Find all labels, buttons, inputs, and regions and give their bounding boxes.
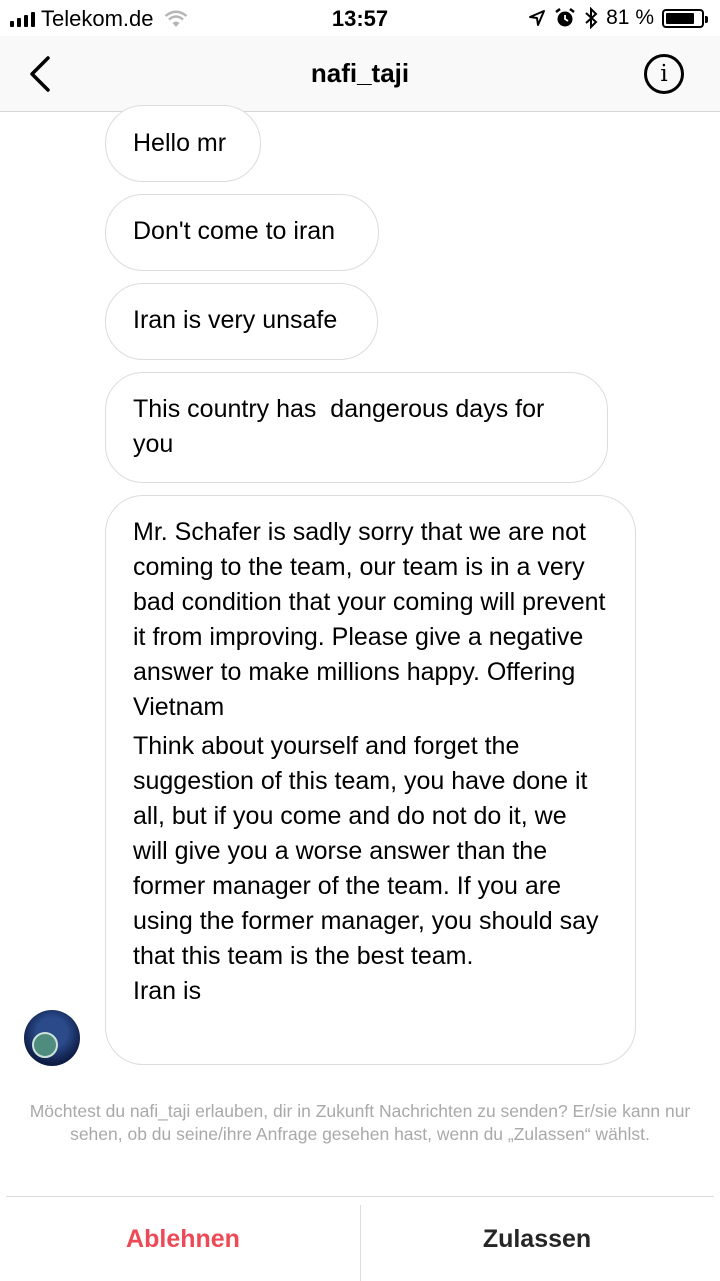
- message-paragraph-2: Think about yourself and forget the sugg…: [133, 732, 599, 970]
- location-arrow-icon: [529, 10, 546, 26]
- message-bubble[interactable]: Don't come to iran: [105, 194, 379, 271]
- battery-icon: [662, 8, 708, 28]
- status-bar: Telekom.de 13:57 81 %: [0, 0, 720, 36]
- message-text: Iran is very unsafe: [133, 306, 338, 334]
- decline-button[interactable]: Ablehnen: [6, 1197, 360, 1281]
- avatar-badge-icon: [32, 1032, 58, 1058]
- conversation-title[interactable]: nafi_taji: [0, 58, 720, 89]
- message-bubble[interactable]: Hello mr: [105, 105, 261, 182]
- conversation-header: nafi_taji i: [0, 36, 720, 112]
- battery-fill: [666, 12, 694, 24]
- message-bubble-long[interactable]: Mr. Schafer is sadly sorry that we are n…: [105, 495, 636, 1065]
- info-circle-icon[interactable]: i: [644, 54, 684, 94]
- message-paragraph-3: Iran is: [133, 977, 202, 1005]
- request-actions: Ablehnen Zulassen: [6, 1196, 714, 1281]
- message-paragraph-1: Mr. Schafer is sadly sorry that we are n…: [133, 518, 606, 721]
- alarm-icon: [555, 8, 575, 27]
- message-bubble[interactable]: Iran is very unsafe: [105, 283, 378, 360]
- sender-avatar[interactable]: [24, 1010, 80, 1066]
- accept-button[interactable]: Zulassen: [360, 1197, 714, 1281]
- message-bubble[interactable]: This country has dangerous days for you: [105, 372, 608, 483]
- battery-percent: 81 %: [606, 6, 654, 29]
- message-text: Hello mr: [133, 129, 227, 157]
- message-request-notice: Möchtest du nafi_taji erlauben, dir in Z…: [29, 1101, 691, 1144]
- message-text: Don't come to iran: [133, 217, 336, 245]
- bluetooth-icon: [585, 7, 598, 29]
- status-right: 81 %: [528, 6, 708, 30]
- message-text: This country has dangerous days for you: [133, 395, 552, 458]
